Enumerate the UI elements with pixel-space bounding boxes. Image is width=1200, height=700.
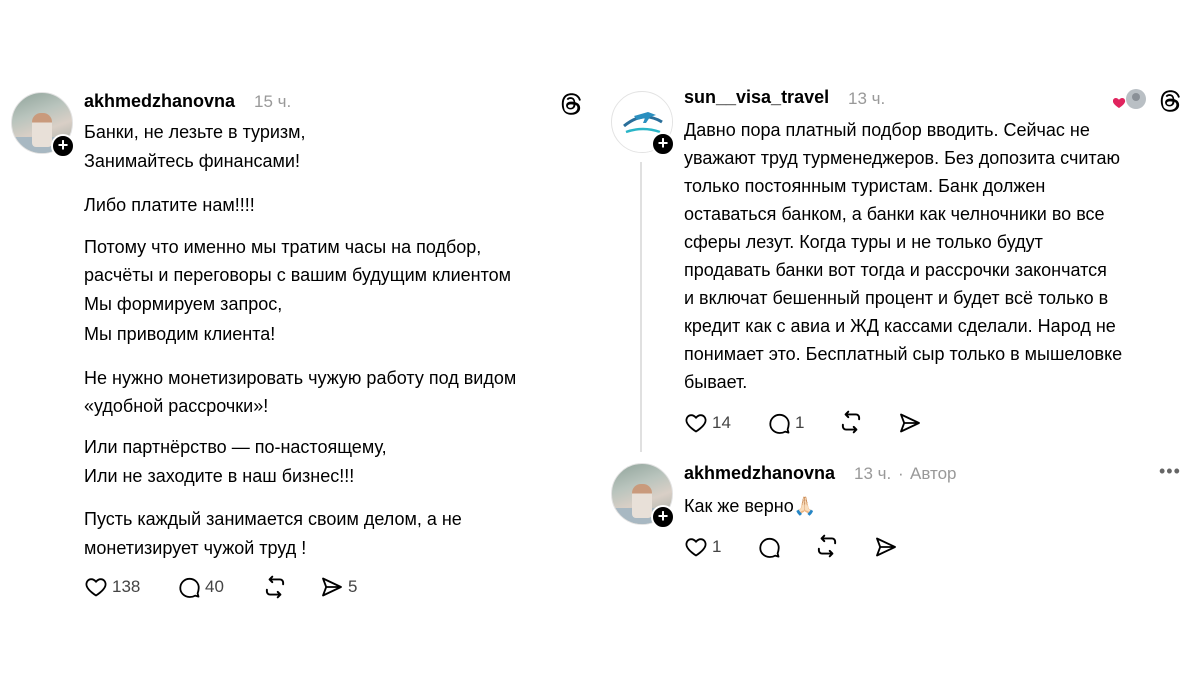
post-text-line: Не нужно монетизировать чужую работу под…: [84, 368, 517, 388]
post-text-line: Или партнёрство — по-настоящему,: [84, 437, 387, 457]
share-button[interactable]: [874, 533, 898, 561]
like-button[interactable]: 138: [84, 573, 140, 601]
post-text-line: уважают труд турменеджеров. Без допозита…: [684, 148, 1120, 168]
comment-icon: [769, 413, 790, 434]
post-text-line: расчёты и переговоры с вашим будущим кли…: [84, 265, 512, 285]
post-text-line: Пусть каждый занимается своим делом, а н…: [84, 509, 462, 529]
post-text-line: Или не заходите в наш бизнес!!!: [84, 466, 355, 486]
post-text-line: бывает.: [684, 372, 748, 392]
heart-icon: [85, 578, 107, 597]
share-count: 5: [348, 577, 358, 596]
reply-button[interactable]: 1: [767, 409, 804, 437]
username[interactable]: akhmedzhanovna: [684, 463, 835, 484]
share-button[interactable]: [898, 409, 922, 437]
follow-plus-icon[interactable]: +: [651, 505, 675, 529]
heart-icon: [685, 538, 707, 557]
follow-plus-icon[interactable]: +: [51, 134, 75, 158]
timestamp[interactable]: 13 ч.: [848, 89, 885, 109]
post-text-line: монетизирует чужой труд !: [84, 538, 307, 558]
like-count: 14: [712, 413, 731, 432]
post-text-line: Либо платите нам!!!!: [84, 195, 255, 215]
post-text-line: Банки, не лезьте в туризм,: [84, 122, 306, 142]
post-text-line: Мы приводим клиента!: [84, 324, 276, 344]
post-text-line: и включат бешенный процент и будет всё т…: [684, 288, 1109, 308]
post-text-line: только постоянным туристам. Банк должен: [684, 176, 1046, 196]
reply-button[interactable]: 40: [177, 573, 224, 601]
timestamp[interactable]: 15 ч.: [254, 92, 291, 112]
repost-button[interactable]: [814, 532, 840, 560]
like-button[interactable]: 14: [684, 409, 731, 437]
reply-button[interactable]: [757, 533, 781, 561]
username[interactable]: sun__visa_travel: [684, 87, 829, 108]
post-text-line: Потому что именно мы тратим часы на подб…: [84, 237, 482, 257]
author-label: Автор: [910, 464, 957, 483]
post-text-line: сферы лезут. Когда туры и не только буду…: [684, 232, 1043, 252]
post-text-line: Занимайтесь финансами!: [84, 151, 300, 171]
post-text-line: понимает это. Бесплатный сыр только в мы…: [684, 344, 1123, 364]
share-button[interactable]: 5: [320, 573, 357, 601]
post-text-line: продавать банки вот тогда и рассрочки за…: [684, 260, 1107, 280]
repost-button[interactable]: [838, 408, 864, 436]
reply-text: Как же верно🙏🏻: [684, 496, 817, 516]
follow-plus-icon[interactable]: +: [651, 132, 675, 156]
comment-icon: [179, 577, 200, 598]
send-icon: [876, 537, 896, 557]
repost-button[interactable]: [262, 573, 288, 601]
post-text-line: оставаться банком, а банки как челночник…: [684, 204, 1105, 224]
send-icon: [900, 413, 920, 433]
post-text-line: кредит как с авиа и ЖД кассами сделали. …: [684, 316, 1116, 336]
like-button[interactable]: 1: [684, 533, 721, 561]
post-text-line: Давно пора платный подбор вводить. Сейча…: [684, 120, 1090, 140]
thread-connector-line: [640, 162, 642, 452]
meta-separator: ·: [898, 464, 904, 483]
username[interactable]: akhmedzhanovna: [84, 91, 235, 112]
comment-icon: [759, 537, 780, 558]
reply-count: 40: [205, 577, 224, 596]
liked-by-author-icon: [1113, 89, 1146, 109]
heart-icon: [685, 414, 707, 433]
like-count: 138: [112, 577, 141, 596]
threads-icon[interactable]: [1158, 88, 1182, 112]
threads-icon[interactable]: [559, 91, 583, 115]
timestamp[interactable]: 13 ч.: [854, 464, 891, 484]
repost-icon: [265, 575, 285, 599]
post-text-line: Мы формируем запрос,: [84, 294, 283, 314]
like-count: 1: [712, 537, 722, 556]
repost-icon: [841, 410, 861, 434]
send-icon: [322, 577, 342, 597]
post-text-line: «удобной рассрочки»!: [84, 396, 269, 416]
reply-count: 1: [795, 413, 805, 432]
repost-icon: [817, 534, 837, 558]
more-options-icon[interactable]: •••: [1159, 461, 1181, 482]
